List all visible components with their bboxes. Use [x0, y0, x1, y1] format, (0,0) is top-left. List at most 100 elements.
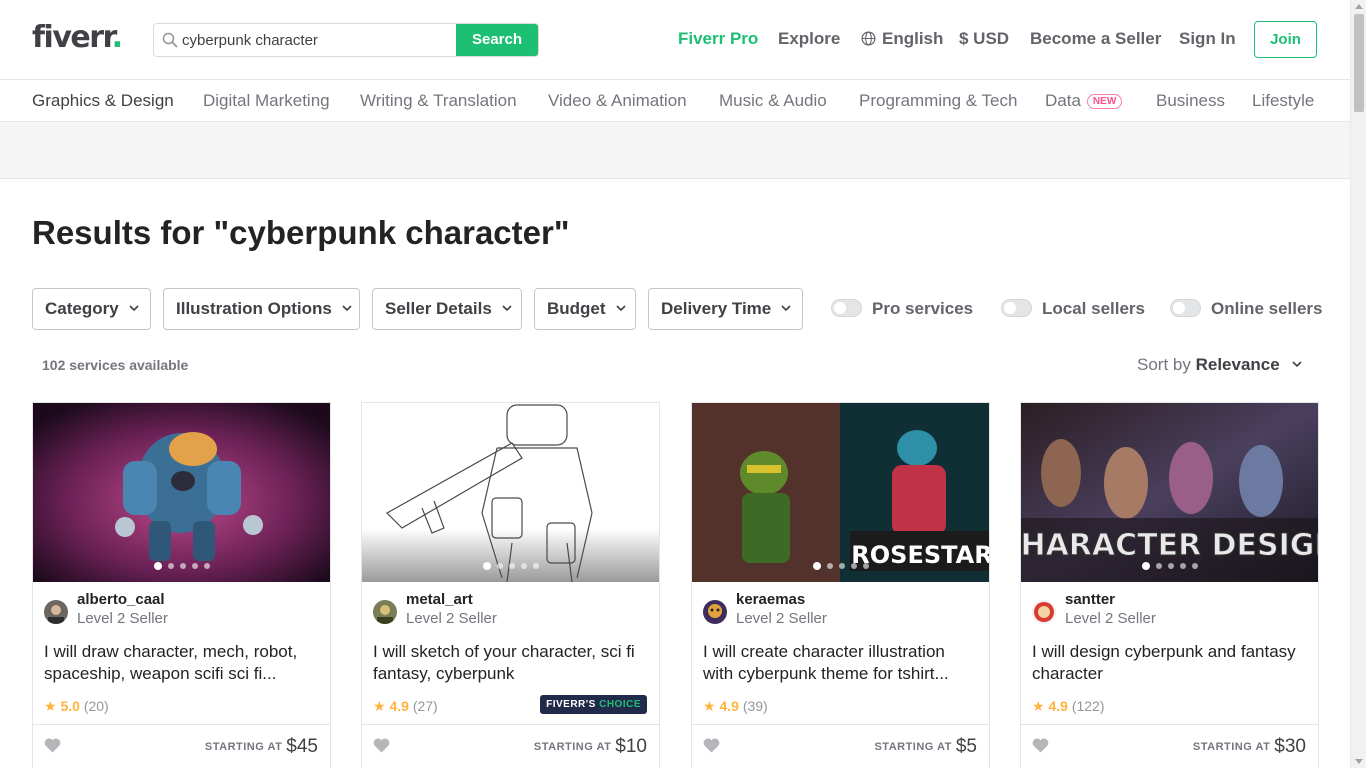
sort-label: Sort by [1137, 355, 1191, 374]
chevron-down-icon [342, 305, 352, 312]
gig-image[interactable]: ROSESTAR [692, 403, 989, 582]
card-footer: STARTING AT $45 [33, 724, 330, 768]
category-video-animation[interactable]: Video & Animation [548, 91, 687, 111]
star-icon: ★ [373, 698, 386, 714]
starting-label: STARTING AT [1192, 741, 1271, 753]
gig-image[interactable] [33, 403, 330, 582]
scrollbar-thumb[interactable] [1354, 14, 1364, 112]
seller-name[interactable]: santter [1065, 591, 1115, 608]
carousel-dots[interactable] [692, 556, 989, 574]
nav-language[interactable]: English [861, 29, 943, 49]
toggle-switch[interactable] [1001, 299, 1032, 317]
seller-name[interactable]: metal_art [406, 591, 473, 608]
chevron-down-icon [502, 305, 512, 312]
nav-sign-in[interactable]: Sign In [1179, 29, 1236, 49]
heart-icon[interactable] [44, 738, 61, 753]
toggle-online-sellers[interactable]: Online sellers [1170, 299, 1323, 319]
card-footer: STARTING AT $5 [692, 724, 989, 768]
seller-level: Level 2 Seller [77, 610, 168, 627]
page-scrollbar[interactable] [1350, 0, 1366, 768]
seller-name[interactable]: keraemas [736, 591, 805, 608]
nav-currency[interactable]: $ USD [959, 29, 1009, 49]
toggle-switch[interactable] [1170, 299, 1201, 317]
toggle-switch[interactable] [831, 299, 862, 317]
category-lifestyle[interactable]: Lifestyle [1252, 91, 1314, 111]
rating: ★ 4.9 (27) [373, 698, 438, 715]
fiverrs-choice-badge: FIVERR'S CHOICE [540, 695, 647, 714]
fiverr-logo[interactable]: fiverr. [32, 20, 123, 55]
gig-card[interactable]: ROSESTAR keraemas Level 2 Seller I will … [691, 402, 990, 768]
sort-dropdown[interactable]: Sort by Relevance [1137, 355, 1303, 375]
filter-delivery-time[interactable]: Delivery Time [648, 288, 803, 330]
seller-name[interactable]: alberto_caal [77, 591, 165, 608]
starting-price[interactable]: STARTING AT $10 [534, 736, 647, 758]
category-writing-translation[interactable]: Writing & Translation [360, 91, 517, 111]
gig-image[interactable]: CHARACTER DESIGN [1021, 403, 1318, 582]
nav-fiverr-pro[interactable]: Fiverr Pro [678, 29, 758, 49]
join-button[interactable]: Join [1254, 21, 1317, 58]
seller-level: Level 2 Seller [736, 610, 827, 627]
rating-value: 4.9 [1048, 698, 1068, 714]
category-business[interactable]: Business [1156, 91, 1225, 111]
filter-seller-details-label: Seller Details [385, 299, 492, 318]
rating: ★ 4.9 (39) [703, 698, 768, 715]
carousel-dots[interactable] [33, 556, 330, 574]
gig-card[interactable]: CHARACTER DESIGN santter Level 2 Seller … [1020, 402, 1319, 768]
rating-value: 4.9 [719, 698, 739, 714]
nav-become-seller[interactable]: Become a Seller [1030, 29, 1161, 49]
avatar[interactable] [373, 600, 397, 624]
heart-icon[interactable] [1032, 738, 1049, 753]
review-count: (39) [742, 698, 768, 714]
gig-card[interactable]: metal_art Level 2 Seller I will sketch o… [361, 402, 660, 768]
gig-title[interactable]: I will sketch of your character, sci fi … [373, 641, 649, 685]
chevron-down-icon [129, 305, 139, 312]
avatar[interactable] [44, 600, 68, 624]
toggle-pro-label: Pro services [872, 299, 974, 318]
search-button[interactable]: Search [456, 24, 538, 56]
price: $5 [955, 736, 977, 757]
category-graphics-design[interactable]: Graphics & Design [32, 91, 174, 111]
gig-card[interactable]: alberto_caal Level 2 Seller I will draw … [32, 402, 331, 768]
gig-title[interactable]: I will design cyberpunk and fantasy char… [1032, 641, 1308, 685]
category-digital-marketing[interactable]: Digital Marketing [203, 91, 330, 111]
carousel-dots[interactable] [362, 556, 659, 574]
carousel-dots[interactable] [1021, 556, 1318, 574]
toggle-local-sellers[interactable]: Local sellers [1001, 299, 1145, 319]
gig-image[interactable] [362, 403, 659, 582]
starting-price[interactable]: STARTING AT $5 [874, 736, 977, 758]
chevron-down-icon [781, 305, 791, 312]
filter-category[interactable]: Category [32, 288, 151, 330]
category-programming-tech[interactable]: Programming & Tech [859, 91, 1017, 111]
promo-banner [0, 122, 1350, 179]
category-data[interactable]: Data NEW [1045, 91, 1123, 111]
chevron-down-icon [1292, 361, 1303, 368]
starting-label: STARTING AT [874, 741, 952, 753]
search-input[interactable] [182, 24, 458, 56]
top-header: fiverr. Search Fiverr Pro Explore Englis… [0, 0, 1350, 80]
results-title: Results for "cyberpunk character" [32, 214, 570, 251]
toggle-pro-services[interactable]: Pro services [831, 299, 973, 319]
category-music-audio[interactable]: Music & Audio [719, 91, 827, 111]
heart-icon[interactable] [703, 738, 720, 753]
gig-title[interactable]: I will create character illustration wit… [703, 641, 979, 685]
card-footer: STARTING AT $30 [1021, 724, 1318, 768]
filter-category-label: Category [45, 299, 119, 318]
filter-budget-label: Budget [547, 299, 606, 318]
avatar[interactable] [703, 600, 727, 624]
search-bar: Search [153, 23, 539, 57]
heart-icon[interactable] [373, 738, 390, 753]
toggle-local-label: Local sellers [1042, 299, 1146, 318]
toggle-online-label: Online sellers [1211, 299, 1323, 318]
scroll-down-icon[interactable] [1355, 759, 1363, 764]
starting-price[interactable]: STARTING AT $45 [205, 736, 318, 758]
nav-explore[interactable]: Explore [778, 29, 840, 49]
filter-illustration-options[interactable]: Illustration Options [163, 288, 360, 330]
starting-price[interactable]: STARTING AT $30 [1193, 736, 1306, 758]
scroll-up-icon[interactable] [1355, 4, 1363, 9]
filter-seller-details[interactable]: Seller Details [372, 288, 522, 330]
filter-budget[interactable]: Budget [534, 288, 636, 330]
gig-title[interactable]: I will draw character, mech, robot, spac… [44, 641, 320, 685]
review-count: (20) [83, 698, 109, 714]
rating-value: 5.0 [60, 698, 80, 714]
avatar[interactable] [1032, 600, 1056, 624]
